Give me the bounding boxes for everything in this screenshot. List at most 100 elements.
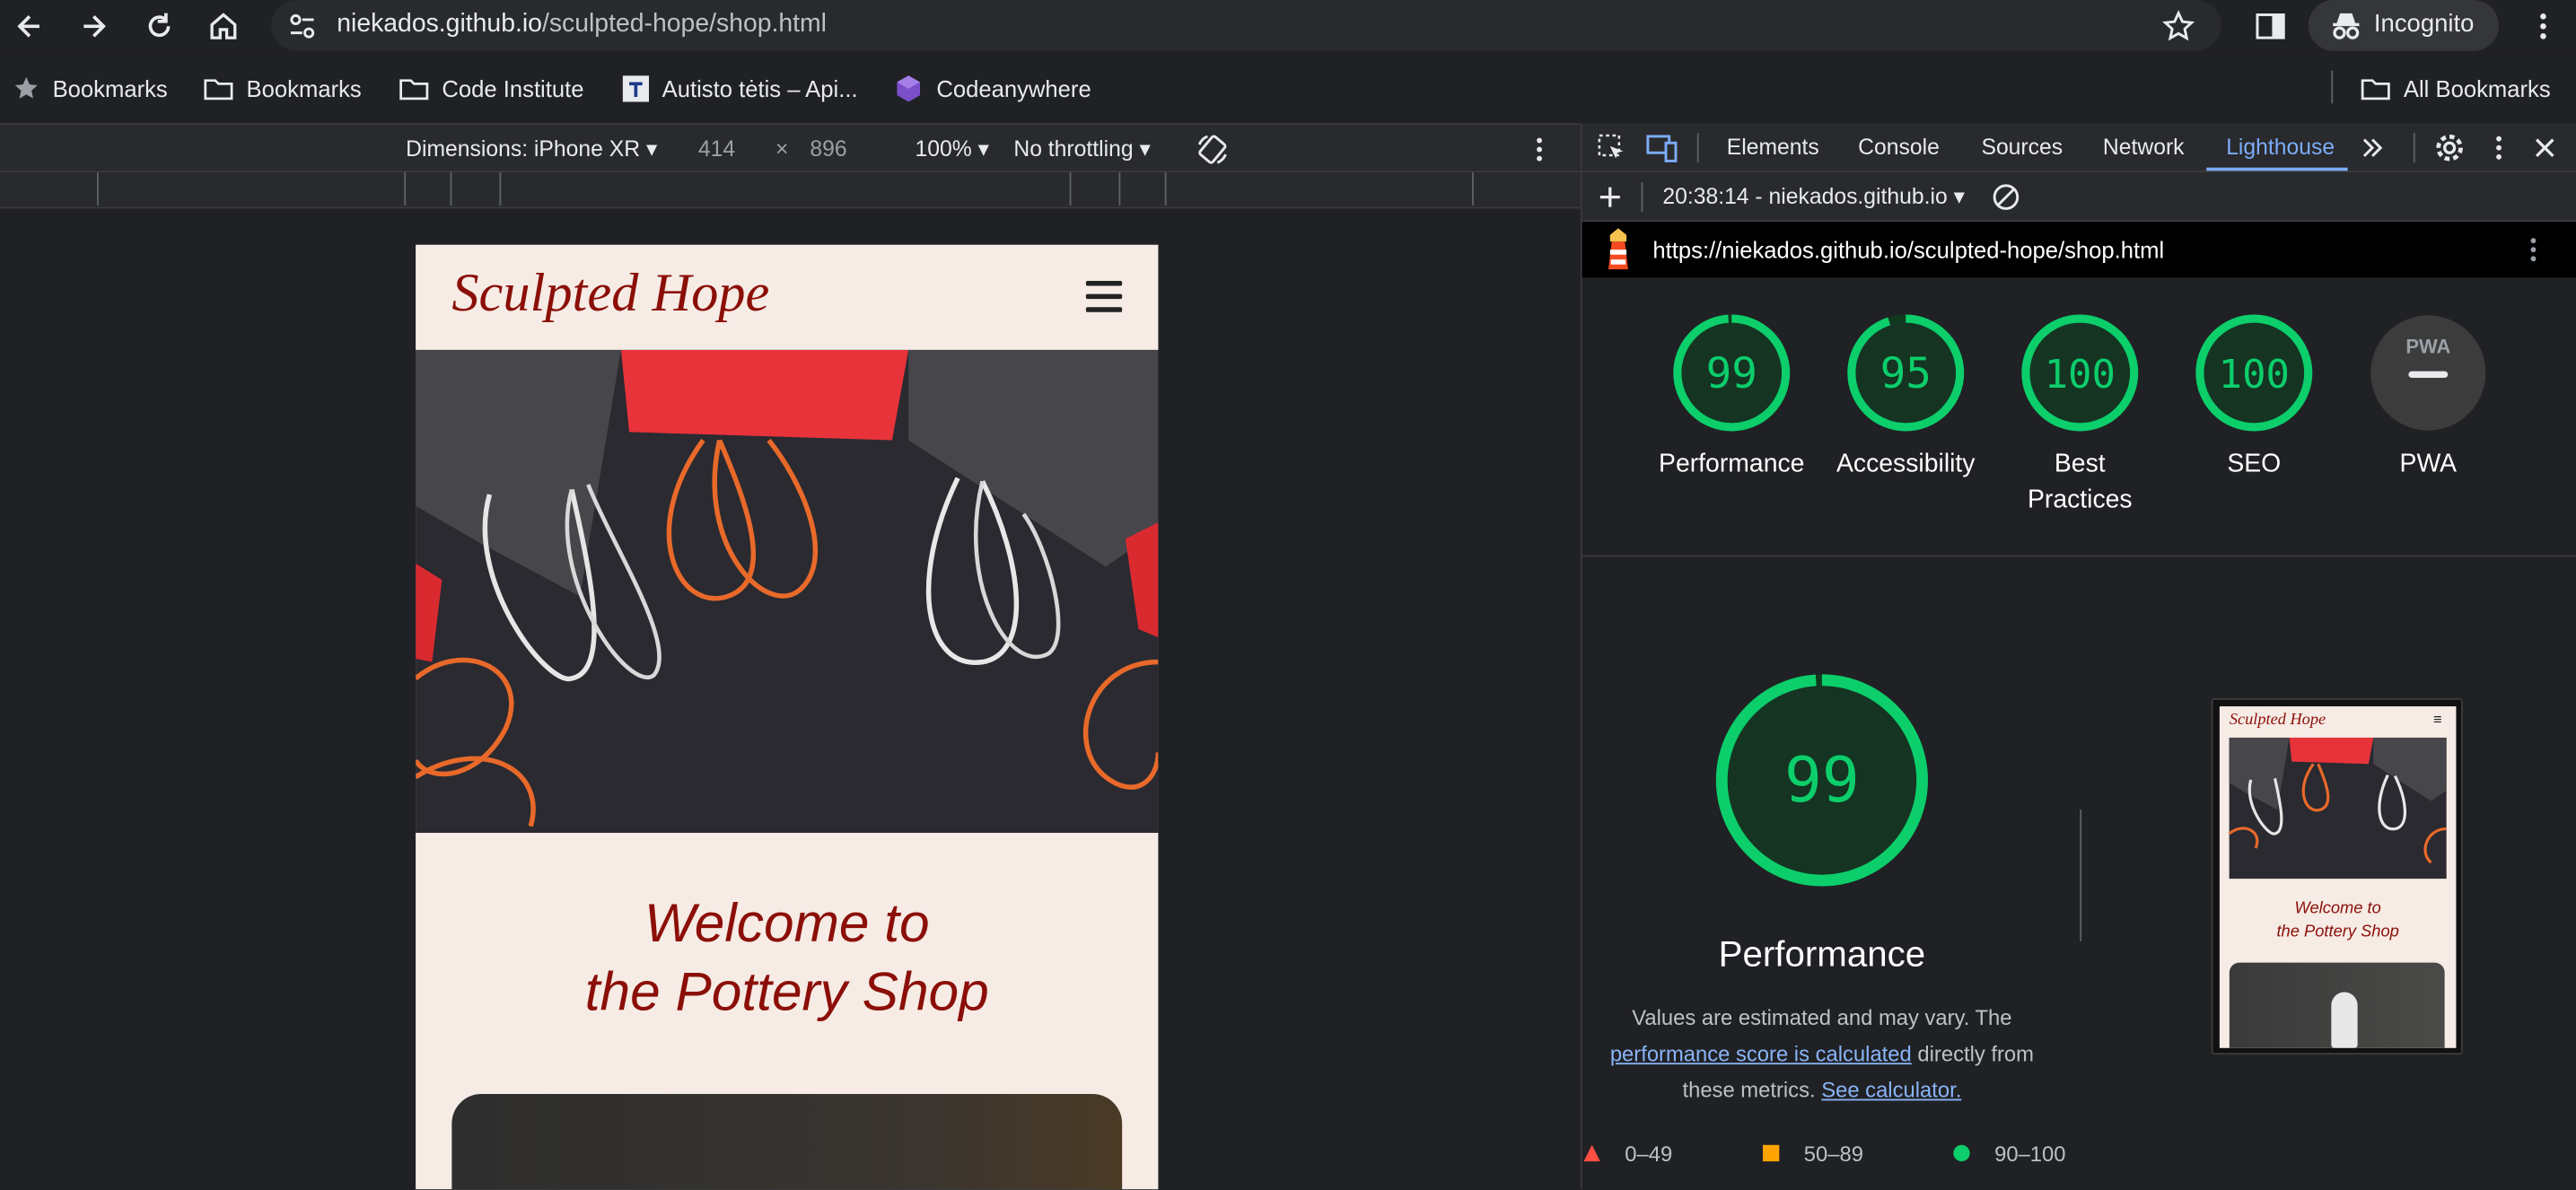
reload-icon [148,13,171,38]
bookmark-star-icon[interactable] [2162,10,2195,43]
throttling-label: No throttling [1013,136,1134,162]
reload-button[interactable] [140,6,180,46]
pwa-badge-text: PWA [2405,336,2450,358]
url-text: niekados.github.io/sculpted-hope/shop.ht… [337,10,827,39]
throttling-select[interactable]: No throttling ▾ [1013,136,1151,162]
zoom-select[interactable]: 100% ▾ [916,136,990,162]
forward-button[interactable] [74,6,113,46]
desc-text: Values are estimated and may vary. The [1632,1005,2012,1030]
score-gauge-best-practices[interactable]: 100 [2018,311,2142,435]
dimension-times: × [775,136,789,162]
score-legend: 0–49 50–89 90–100 [1582,1142,2576,1175]
tab-sources[interactable]: Sources [1981,135,2063,159]
bookmark-label: Code Institute [442,75,584,102]
media-query-ruler [0,172,1581,209]
score-label-line-2: Practices [2027,486,2133,514]
score-value: 100 [2045,352,2116,398]
see-calculator-link[interactable]: See calculator. [1821,1078,1961,1102]
tab-network[interactable]: Network [2103,135,2185,159]
tab-lighthouse[interactable]: Lighthouse [2226,135,2335,159]
site-info-icon[interactable] [287,12,317,41]
devtools-tab-bar: Elements Console Sources Network Lightho… [1582,123,2576,173]
score-label: SEO [2227,450,2282,478]
legend-label: 0–49 [1625,1142,1673,1167]
star-icon [14,77,38,99]
vertical-divider [2080,809,2082,941]
performance-gauge-large[interactable]: 99 [1712,670,1932,890]
score-value: 95 [1880,349,1932,398]
score-gauge-seo[interactable]: 100 [2192,311,2317,435]
incognito-indicator[interactable]: Incognito [2308,0,2500,51]
folder-icon [204,79,233,101]
inspect-element-icon[interactable] [1597,133,1626,162]
hamburger-menu-icon[interactable] [1085,280,1123,314]
incognito-icon [2333,13,2360,39]
clear-reports-icon[interactable] [1991,182,2020,212]
performance-score: 99 [1784,744,1860,817]
tab-separator [2413,133,2415,163]
browser-menu-icon[interactable] [2527,10,2560,43]
welcome-line-1: Welcome to [644,891,930,953]
report-menu-icon[interactable] [2519,235,2548,265]
home-button[interactable] [204,6,243,46]
welcome-line-2: the Pottery Shop [584,960,989,1022]
bookmark-label: Bookmarks [52,75,168,102]
device-toggle-icon[interactable] [1646,133,1679,162]
bookmark-item[interactable]: Codeanywhere [894,74,1091,103]
bookmark-label: Bookmarks [246,75,362,102]
bookmark-item[interactable]: Autisto tėtis – Api... [622,74,858,103]
score-label: Accessibility [1836,450,1976,478]
tab-separator [1696,133,1699,163]
report-select[interactable]: 20:38:14 - niekados.github.io ▾ [1662,184,1965,210]
fail-triangle-icon [1583,1144,1600,1162]
tab-console[interactable]: Console [1858,135,1940,159]
bookmark-label: All Bookmarks [2403,75,2551,102]
settings-gear-icon[interactable] [2433,131,2466,164]
score-value: 99 [1706,349,1757,398]
folder-icon [2361,79,2390,101]
product-card[interactable] [451,1094,1123,1190]
all-bookmarks-folder[interactable]: All Bookmarks [2361,74,2551,103]
welcome-heading: Welcome to the Pottery Shop [416,888,1158,1027]
score-calculated-link[interactable]: performance score is calculated [1610,1041,1912,1065]
bookmark-folder[interactable]: Code Institute [399,74,584,103]
add-report-icon[interactable] [1597,184,1623,210]
folder-icon [399,79,429,101]
thumbnail-brand: Sculpted Hope [2229,711,2326,730]
device-dimensions-select[interactable]: Dimensions: iPhone XR ▾ [406,136,657,162]
score-label-line-1: Best [2054,450,2106,478]
rotate-device-icon[interactable] [1195,131,1231,167]
site-brand[interactable]: Sculpted Hope [451,265,769,326]
score-gauge-accessibility[interactable]: 95 [1844,311,1968,435]
shopping-bags-illustration [416,349,1159,834]
tab-elements[interactable]: Elements [1727,135,1819,159]
score-gauge-performance[interactable]: 99 [1669,311,1794,435]
devtools-menu-icon[interactable] [2484,133,2514,162]
bookmark-item[interactable]: Bookmarks [13,74,168,103]
close-icon[interactable] [2532,135,2558,161]
thumbnail-card [2229,962,2445,1048]
lighthouse-toolbar: 20:38:14 - niekados.github.io ▾ [1582,172,2576,223]
caret-down-icon: ▾ [1953,184,1966,209]
device-width-input[interactable]: 414 [698,136,735,161]
home-icon [210,13,237,39]
url-domain: niekados.github.io [337,9,542,39]
caret-down-icon: ▾ [977,136,990,162]
zoom-label: 100% [915,136,972,162]
device-height-input[interactable]: 896 [810,136,846,161]
score-label: Best Practices [1981,447,2178,520]
address-bar[interactable]: niekados.github.io/sculpted-hope/shop.ht… [271,0,2221,51]
bookmark-folder[interactable]: Bookmarks [204,74,362,103]
device-toolbar-menu-icon[interactable] [1525,135,1555,164]
thumbnail-hero-image [2228,737,2447,879]
score-gauge-pwa[interactable]: PWA [2366,311,2491,435]
pass-circle-icon [1953,1144,1970,1162]
report-url[interactable]: https://niekados.github.io/sculpted-hope… [1652,237,2164,263]
back-button[interactable] [10,6,49,46]
url-path: /sculpted-hope/shop.html [541,9,827,39]
browser-top-bar: niekados.github.io/sculpted-hope/shop.ht… [0,0,2576,53]
more-tabs-chevron-icon[interactable] [2359,135,2385,161]
thumbnail-vase [2331,992,2358,1048]
side-panel-icon[interactable] [2254,10,2287,43]
page-screenshot-thumbnail[interactable]: Sculpted Hope ≡ Welcome to the Pottery S… [2211,697,2463,1055]
